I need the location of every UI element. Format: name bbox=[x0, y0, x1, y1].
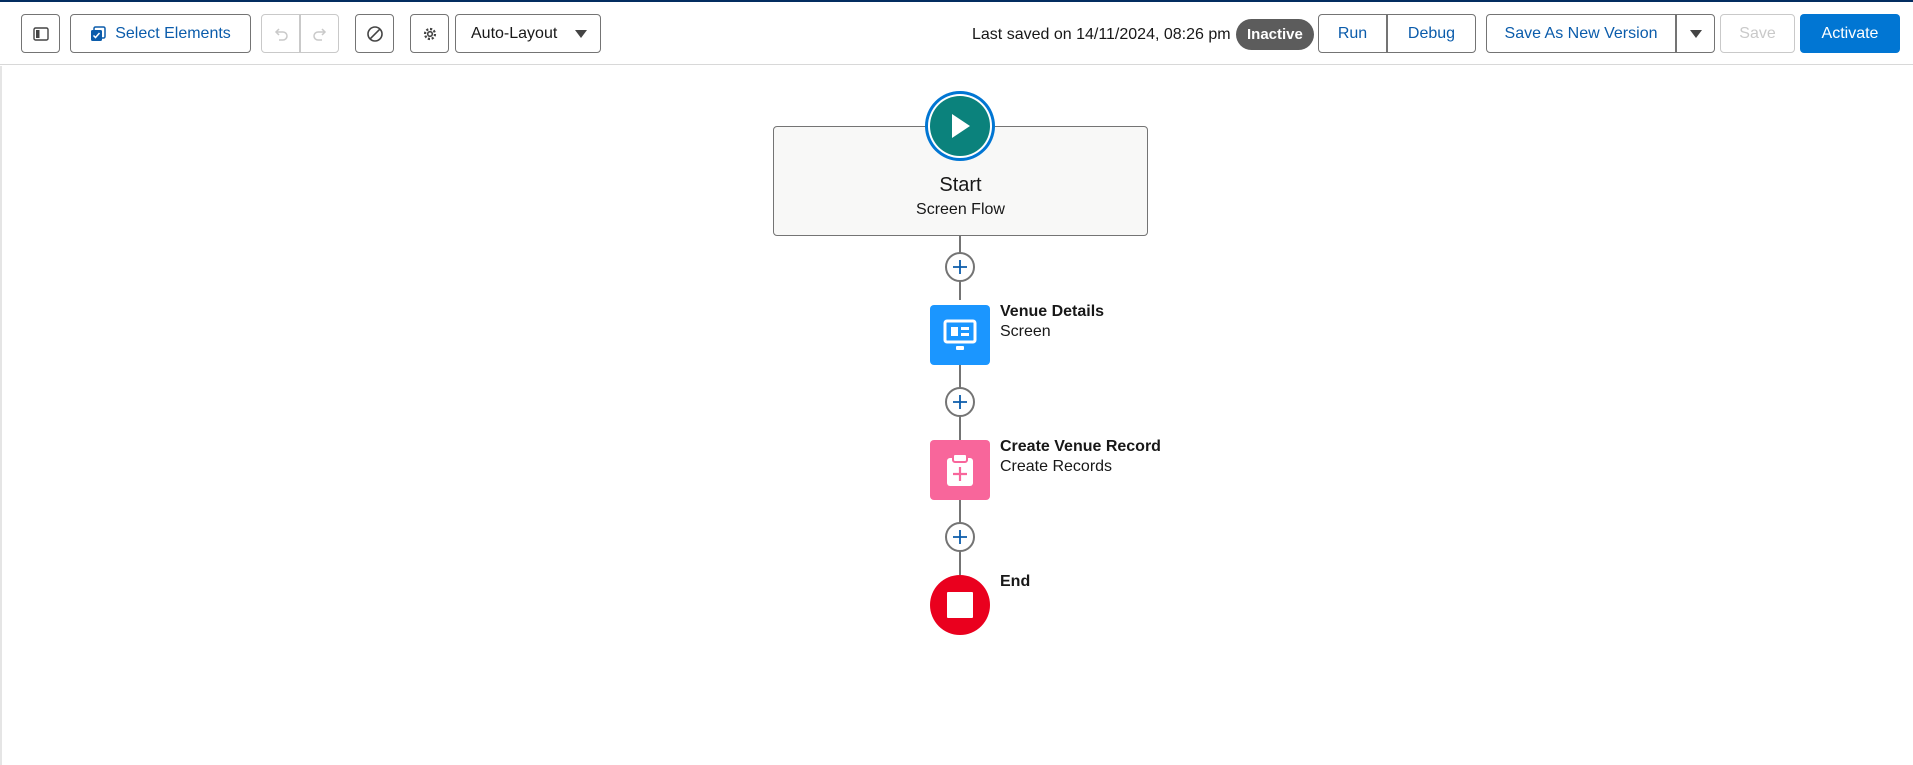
venue-details-label[interactable]: Venue Details Screen bbox=[1000, 302, 1104, 342]
ban-icon bbox=[366, 25, 383, 42]
gear-icon bbox=[423, 27, 436, 40]
element-title: Create Venue Record bbox=[1000, 438, 1161, 455]
plus-icon bbox=[953, 260, 967, 274]
run-debug-group: Run Debug bbox=[1318, 14, 1476, 53]
debug-button[interactable]: Debug bbox=[1387, 14, 1476, 53]
end-node-icon[interactable] bbox=[930, 575, 990, 635]
element-type: Create Records bbox=[1000, 458, 1113, 475]
create-records-element-icon[interactable] bbox=[930, 440, 990, 500]
start-node-title: Start bbox=[939, 174, 982, 196]
save-options-dropdown[interactable] bbox=[1676, 14, 1715, 53]
end-title: End bbox=[1000, 573, 1031, 590]
settings-button[interactable] bbox=[410, 14, 449, 53]
builder-toolbar: Select Elements Auto-Layout Last saved o… bbox=[0, 2, 1913, 65]
plus-icon bbox=[953, 530, 967, 544]
run-button[interactable]: Run bbox=[1318, 14, 1387, 53]
select-elements-label: Select Elements bbox=[115, 24, 231, 42]
stop-icon bbox=[947, 592, 973, 618]
redo-icon bbox=[312, 27, 326, 41]
screen-icon bbox=[943, 319, 977, 350]
chevron-down-icon bbox=[1689, 29, 1702, 38]
add-element-button[interactable] bbox=[945, 252, 975, 282]
start-node-subtitle: Screen Flow bbox=[916, 201, 1005, 218]
select-elements-button[interactable]: Select Elements bbox=[70, 14, 251, 53]
undo-button[interactable] bbox=[261, 14, 300, 53]
chevron-down-icon bbox=[575, 30, 587, 38]
undo-redo-group bbox=[261, 14, 339, 53]
add-element-button[interactable] bbox=[945, 522, 975, 552]
start-node-icon[interactable] bbox=[925, 91, 995, 161]
undo-icon bbox=[274, 27, 288, 41]
status-badge: Inactive bbox=[1236, 19, 1314, 50]
play-icon bbox=[952, 114, 970, 138]
layout-select[interactable]: Auto-Layout bbox=[455, 14, 601, 53]
activate-button[interactable]: Activate bbox=[1800, 14, 1900, 53]
element-title: Venue Details bbox=[1000, 303, 1105, 320]
add-element-button[interactable] bbox=[945, 387, 975, 417]
clipboard-add-icon bbox=[947, 453, 973, 486]
save-as-group: Save As New Version bbox=[1486, 14, 1715, 53]
save-button[interactable]: Save bbox=[1720, 14, 1795, 53]
panel-toggle-icon bbox=[32, 26, 49, 41]
redo-button[interactable] bbox=[300, 14, 339, 53]
select-elements-icon bbox=[91, 25, 106, 41]
create-venue-record-label[interactable]: Create Venue Record Create Records bbox=[1000, 437, 1161, 477]
layout-select-value: Auto-Layout bbox=[471, 24, 558, 42]
save-as-new-version-button[interactable]: Save As New Version bbox=[1486, 14, 1676, 53]
plus-icon bbox=[953, 395, 967, 409]
error-check-button[interactable] bbox=[355, 14, 394, 53]
element-type: Screen bbox=[1000, 323, 1051, 340]
last-saved-text: Last saved on 14/11/2024, 08:26 pm bbox=[972, 26, 1231, 43]
end-node-label: End bbox=[1000, 572, 1030, 592]
toggle-panel-button[interactable] bbox=[21, 14, 60, 53]
screen-element-icon[interactable] bbox=[930, 305, 990, 365]
canvas-left-edge bbox=[0, 66, 2, 765]
